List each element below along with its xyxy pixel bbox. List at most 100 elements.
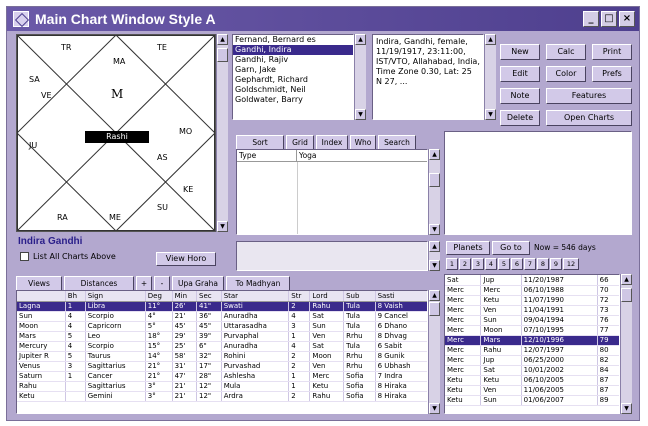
- column-header[interactable]: Star: [221, 291, 290, 302]
- tab-sort[interactable]: Sort: [236, 135, 284, 149]
- level-button[interactable]: 4: [485, 258, 497, 270]
- table-row[interactable]: Merc Rahu 12/07/1997 80: [445, 345, 619, 356]
- table-row[interactable]: Mercury 4 Scorpio 15° 25' 6" Anuradha 4 Sat Tula 6…: [17, 341, 427, 352]
- planets-table[interactable]: Bh Sign Deg Min Sec Star Str Lord Sub Sasti Lagna…: [16, 290, 428, 414]
- table-row[interactable]: Saturn 1 Cancer 21° 47' 28" Ashlesha 1 Merc Sofia…: [17, 371, 427, 382]
- scroll-thumb[interactable]: [621, 288, 632, 302]
- scroll-down-icon[interactable]: ▼: [429, 224, 440, 235]
- table-row[interactable]: Merc Mars 12/10/1996 79: [445, 335, 619, 346]
- yoga-header[interactable]: Yoga: [297, 150, 427, 162]
- level-button[interactable]: 2: [459, 258, 471, 270]
- calc-button[interactable]: Calc: [546, 44, 586, 60]
- info-scrollbar[interactable]: ▲ ▼: [484, 34, 496, 120]
- list-all-checkbox[interactable]: [20, 252, 29, 261]
- chart-list[interactable]: Fernand, Bernard es Gandhi, Indira Gandh…: [232, 34, 354, 120]
- maximize-button[interactable]: □: [601, 11, 617, 27]
- planets-scrollbar[interactable]: ▲ ▼: [428, 290, 440, 414]
- level-button[interactable]: 6: [511, 258, 523, 270]
- scroll-up-icon[interactable]: ▲: [429, 290, 440, 301]
- dasha-scrollbar[interactable]: ▲ ▼: [620, 274, 632, 414]
- scroll-down-icon[interactable]: ▼: [485, 109, 496, 120]
- column-header[interactable]: Sub: [343, 291, 376, 302]
- level-button[interactable]: 1: [446, 258, 458, 270]
- minimize-button[interactable]: _: [583, 11, 599, 27]
- scroll-up-icon[interactable]: ▲: [355, 34, 366, 45]
- level-button[interactable]: 5: [498, 258, 510, 270]
- scroll-up-icon[interactable]: ▲: [429, 241, 440, 252]
- scroll-up-icon[interactable]: ▲: [485, 34, 496, 45]
- list-item[interactable]: Goldschmidt, Neil: [233, 85, 353, 95]
- title-bar[interactable]: Main Chart Window Style A _ □ ×: [7, 7, 639, 31]
- list-item[interactable]: Goldwater, Barry: [233, 95, 353, 105]
- app-icon[interactable]: [13, 11, 29, 27]
- table-row[interactable]: Merc Ven 11/04/1991 73: [445, 305, 619, 316]
- tab-search[interactable]: Search: [378, 135, 416, 149]
- table-row[interactable]: Rahu Sagittarius 3° 21' 12" Mula 1 Ketu Sofia 8 H…: [17, 381, 427, 392]
- tab-distances[interactable]: Distances: [64, 276, 134, 290]
- scroll-thumb[interactable]: [217, 48, 228, 62]
- column-header[interactable]: Sasti: [375, 291, 427, 302]
- list-item[interactable]: Gephardt, Richard: [233, 75, 353, 85]
- tab-who[interactable]: Who: [350, 135, 376, 149]
- column-header[interactable]: [17, 291, 66, 302]
- prefs-button[interactable]: Prefs: [592, 66, 632, 82]
- level-button[interactable]: 3: [472, 258, 484, 270]
- table-row[interactable]: Merc Sun 09/04/1994 76: [445, 315, 619, 326]
- table-row[interactable]: Ketu Ven 11/06/2005 87: [445, 385, 619, 396]
- table-row[interactable]: Merc Moon 07/10/1995 77: [445, 325, 619, 336]
- list-item-selected[interactable]: Gandhi, Indira: [233, 45, 353, 55]
- dasha-table[interactable]: Sat Jup 11/20/1987 66 Merc Merc 06/10/1988 70 Me…: [444, 274, 620, 414]
- list-item[interactable]: Garn, Jake: [233, 65, 353, 75]
- edit-button[interactable]: Edit: [500, 66, 540, 82]
- table-row[interactable]: Ketu Sun 01/06/2007 89: [445, 395, 619, 406]
- tab-views[interactable]: Views: [16, 276, 62, 290]
- table-row[interactable]: Ketu Ketu 06/10/2005 87: [445, 375, 619, 386]
- scroll-up-icon[interactable]: ▲: [621, 274, 632, 285]
- table-row[interactable]: Merc Jup 06/25/2000 82: [445, 355, 619, 366]
- column-header[interactable]: Sec: [196, 291, 222, 302]
- scroll-down-icon[interactable]: ▼: [217, 221, 228, 232]
- list-scrollbar[interactable]: ▲ ▼: [354, 34, 366, 120]
- goto-button[interactable]: Go to: [492, 241, 530, 255]
- yoga-table[interactable]: Type Yoga: [236, 149, 428, 235]
- tab-index[interactable]: Index: [316, 135, 348, 149]
- table-row[interactable]: Mars 5 Leo 18° 29' 39" Purvaphal 1 Ven Rrhu 8 Dhva…: [17, 331, 427, 342]
- color-button[interactable]: Color: [546, 66, 586, 82]
- level-button[interactable]: 9: [550, 258, 562, 270]
- column-header[interactable]: Lord: [309, 291, 345, 302]
- table-row[interactable]: Lagna 1 Libra 11° 26' 41" Swati 2 Rahu Tula 8 Vais…: [17, 301, 427, 312]
- note-button[interactable]: Note: [500, 88, 540, 104]
- status-scrollbar[interactable]: ▲ ▼: [428, 241, 440, 271]
- column-header[interactable]: Bh: [65, 291, 86, 302]
- list-item[interactable]: Fernand, Bernard es: [233, 35, 353, 45]
- level-button[interactable]: 12: [563, 258, 579, 270]
- table-row[interactable]: Venus 3 Sagittarius 21° 31' 17" Purvashad 2 Ven R…: [17, 361, 427, 372]
- tab-upa-graha[interactable]: Upa Graha: [172, 276, 224, 290]
- scroll-up-icon[interactable]: ▲: [429, 149, 440, 160]
- scroll-down-icon[interactable]: ▼: [355, 109, 366, 120]
- column-header[interactable]: Deg: [145, 291, 173, 302]
- table-row[interactable]: Jupiter R 5 Taurus 14° 58' 32" Rohini 2 Moon Rrhu…: [17, 351, 427, 362]
- scroll-thumb[interactable]: [429, 173, 440, 187]
- delete-button[interactable]: Delete: [500, 110, 540, 126]
- table-row[interactable]: Merc Merc 06/10/1988 70: [445, 285, 619, 296]
- notes-panel[interactable]: [444, 131, 632, 235]
- view-horo-button[interactable]: View Horo: [156, 252, 216, 266]
- table-row[interactable]: Sun 4 Scorpio 4° 21' 36" Anuradha 4 Sat Tula 9 Can…: [17, 311, 427, 322]
- tab-plus[interactable]: +: [136, 276, 152, 290]
- table-row[interactable]: Sat Jup 11/20/1987 66: [445, 275, 619, 286]
- tab-grid[interactable]: Grid: [286, 135, 314, 149]
- new-button[interactable]: New: [500, 44, 540, 60]
- scroll-down-icon[interactable]: ▼: [429, 403, 440, 414]
- scroll-down-icon[interactable]: ▼: [621, 403, 632, 414]
- open-charts-button[interactable]: Open Charts: [546, 110, 632, 126]
- chart-scrollbar[interactable]: ▲ ▼: [216, 34, 228, 232]
- scroll-down-icon[interactable]: ▼: [429, 260, 440, 271]
- rashi-chart[interactable]: TR TE MA SA VE JU MO KE SU ME RA AS M Ra…: [16, 34, 216, 232]
- table-row[interactable]: Ketu Gemini 3° 21' 12" Ardra 2 Rahu Sofia 8 Hirak…: [17, 391, 427, 402]
- column-header[interactable]: Min: [172, 291, 198, 302]
- planets-button[interactable]: Planets: [446, 241, 490, 255]
- list-item[interactable]: Gandhi, Rajiv: [233, 55, 353, 65]
- scroll-up-icon[interactable]: ▲: [217, 34, 228, 45]
- print-button[interactable]: Print: [592, 44, 632, 60]
